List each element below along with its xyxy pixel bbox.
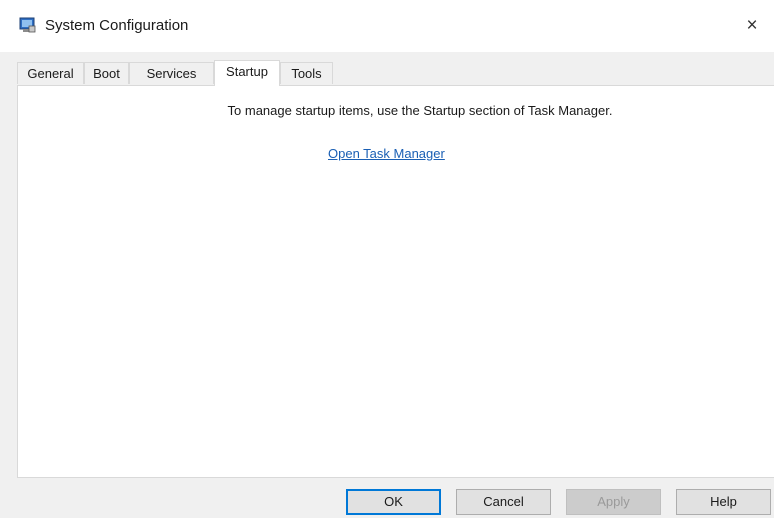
apply-button[interactable]: Apply: [566, 489, 661, 515]
tab-startup[interactable]: Startup: [214, 60, 280, 86]
startup-message: To manage startup items, use the Startup…: [227, 103, 613, 118]
cancel-button[interactable]: Cancel: [456, 489, 551, 515]
title-bar: System Configuration ×: [0, 0, 774, 52]
tab-tools[interactable]: Tools: [280, 62, 333, 84]
tab-general[interactable]: General: [17, 62, 84, 84]
system-configuration-window: System Configuration × General Boot Serv…: [0, 0, 774, 518]
close-icon[interactable]: ×: [730, 6, 774, 46]
ok-button[interactable]: OK: [346, 489, 441, 515]
startup-tab-panel: To manage startup items, use the Startup…: [17, 85, 774, 478]
system-configuration-icon: [19, 17, 36, 34]
open-task-manager-link[interactable]: Open Task Manager: [328, 146, 445, 161]
help-button[interactable]: Help: [676, 489, 771, 515]
tab-boot[interactable]: Boot: [84, 62, 129, 84]
tab-services[interactable]: Services: [129, 62, 214, 84]
window-title: System Configuration: [45, 17, 189, 34]
